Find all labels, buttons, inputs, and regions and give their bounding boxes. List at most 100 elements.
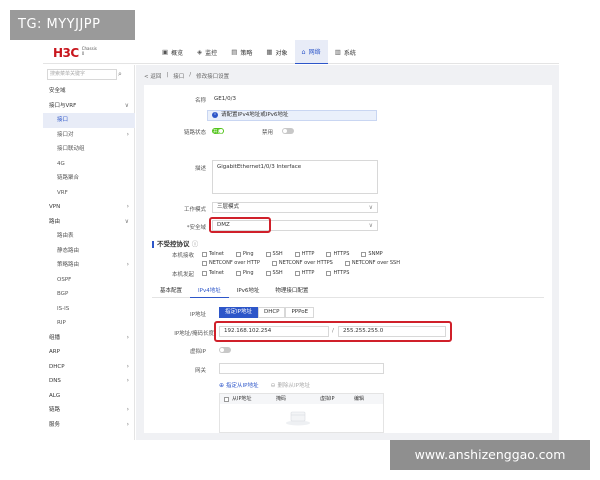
checkbox-label: HTTP	[301, 251, 315, 257]
monitor-icon: ▣	[162, 48, 169, 56]
gateway-input[interactable]	[219, 363, 384, 374]
sidebar-item-label: 组播	[49, 334, 61, 341]
checkbox-snmp[interactable]: SNMP	[361, 251, 383, 257]
checkbox-netconf-http[interactable]: NETCONF over HTTP	[202, 260, 260, 266]
delete-secondary-ip-link[interactable]: ⊖ 删除从IP地址	[270, 381, 310, 390]
chevron-right-icon: ›	[126, 377, 129, 384]
shield-icon: ◈	[197, 48, 203, 56]
sidebar-item-link-aggregation[interactable]: 链路聚合	[43, 171, 135, 186]
sidebar-item-rip[interactable]: RIP	[43, 316, 135, 331]
chevron-down-icon: ∨	[124, 217, 129, 225]
nav-network[interactable]: ⌂ 网络	[294, 40, 328, 64]
sidebar-item-interface-vrf[interactable]: 接口与VRF ∨	[43, 99, 135, 114]
sidebar-item-ospf[interactable]: OSPF	[43, 273, 135, 288]
nav-monitor[interactable]: ◈ 监控	[190, 40, 224, 64]
sidebar-item-static-route[interactable]: 静态路由	[43, 244, 135, 259]
nav-label: 网络	[308, 49, 321, 56]
secondary-ip-actions: ⊕ 指定从IP地址 ⊖ 删除从IP地址	[219, 381, 322, 390]
checkbox-netconf-ssh[interactable]: NETCONF over SSH	[344, 260, 400, 266]
local-recv-label: 本机接收	[171, 253, 194, 259]
sidebar-item-routing[interactable]: 路由 ∨	[43, 215, 135, 230]
mode-dhcp[interactable]: DHCP	[257, 307, 286, 318]
checkbox-netconf-https[interactable]: NETCONF over HTTPS	[271, 260, 333, 266]
link-label: 删除从IP地址	[277, 383, 310, 389]
local-send-label: 本机发起	[171, 272, 194, 278]
nav-policy[interactable]: ▤ 策略	[224, 40, 259, 64]
col-virtual-ip: 虚拟IP	[320, 396, 335, 402]
checkbox-label: SSH	[272, 251, 283, 257]
select-all-checkbox[interactable]	[220, 394, 232, 404]
sidebar-item-alg[interactable]: ALG	[43, 389, 135, 404]
sidebar-item-bgp[interactable]: BGP	[43, 287, 135, 302]
chevron-right-icon: ›	[126, 362, 129, 370]
chevron-right-icon: ›	[126, 203, 129, 210]
nav-system[interactable]: ▥ 系统	[328, 40, 363, 64]
help-icon[interactable]: ⓘ	[192, 240, 199, 248]
col-mask: 掩码	[276, 396, 287, 402]
tab-ipv4[interactable]: IPv4地址	[190, 286, 229, 298]
top-nav: ▣ 概览 ◈ 监控 ▤ 策略 ▦ 对象 ⌂ 网络 ▥ 系统	[155, 40, 363, 64]
checkbox-http[interactable]: HTTP	[294, 270, 314, 276]
sidebar-item-link[interactable]: 链路 ›	[43, 403, 135, 418]
sidebar-item-4g[interactable]: 4G	[43, 157, 135, 172]
chevron-down-icon: ∨	[368, 204, 373, 211]
sidebar-item-label: ALG	[49, 392, 61, 399]
description-field[interactable]: GigabitEthernet1/0/3 Interface	[212, 160, 378, 194]
sidebar-item-policy-route[interactable]: 策略路由 ›	[43, 258, 135, 273]
virtual-ip-toggle[interactable]	[219, 347, 231, 353]
nav-overview[interactable]: ▣ 概览	[155, 40, 190, 64]
checkbox-https[interactable]: HTTPS	[326, 270, 349, 276]
sidebar-item-label: 服务	[49, 421, 61, 428]
watermark-label: TG: MYYJJPP	[10, 10, 135, 40]
checkbox-telnet[interactable]: Telnet	[202, 251, 224, 257]
sidebar-item-service[interactable]: 服务 ›	[43, 418, 135, 433]
search-icon[interactable]: ⌕	[118, 70, 122, 79]
back-link[interactable]: < 返回	[144, 72, 161, 80]
sidebar-item-interface-pair[interactable]: 接口对 ›	[43, 128, 135, 143]
disable-toggle[interactable]	[282, 128, 294, 134]
checkbox-ssh[interactable]: SSH	[265, 270, 283, 276]
checkbox-label: HTTPS	[333, 251, 350, 257]
checkbox-ping[interactable]: Ping	[235, 251, 254, 257]
sidebar-item-label: 4G	[57, 160, 65, 167]
sidebar-item-security-zone[interactable]: 安全域	[43, 84, 135, 99]
checkbox-box	[271, 260, 277, 266]
disable-label: 禁用	[262, 130, 274, 136]
section-title-text: 不受控协议	[157, 240, 190, 248]
sidebar-item-vrf[interactable]: VRF	[43, 186, 135, 201]
object-icon: ▦	[266, 48, 273, 56]
checkbox-label: NETCONF over HTTPS	[278, 260, 333, 266]
link-state-label: 链路状态	[183, 130, 206, 136]
policy-icon: ▤	[231, 48, 238, 56]
add-secondary-ip-link[interactable]: ⊕ 指定从IP地址	[219, 381, 258, 390]
sidebar-item-multicast[interactable]: 组播 ›	[43, 331, 135, 346]
sidebar-item-interface[interactable]: 接口	[43, 113, 135, 128]
tab-basic[interactable]: 基本配置	[152, 286, 190, 298]
checkbox-ssh[interactable]: SSH	[265, 251, 283, 257]
sidebar-item-vpn[interactable]: VPN ›	[43, 200, 135, 215]
breadcrumb-item-interface[interactable]: 接口	[173, 72, 184, 80]
description-label: 描述	[194, 166, 206, 172]
sidebar-item-arp[interactable]: ARP	[43, 345, 135, 360]
checkbox-http[interactable]: HTTP	[294, 251, 315, 257]
logo-sub-line2: 0	[81, 51, 85, 56]
sidebar-item-dns[interactable]: DNS ›	[43, 374, 135, 389]
checkbox-ping[interactable]: Ping	[235, 270, 254, 276]
sidebar-item-route-table[interactable]: 路由表	[43, 229, 135, 244]
sidebar-item-label: 路由表	[57, 233, 74, 239]
sidebar-item-dhcp[interactable]: DHCP ›	[43, 360, 135, 375]
sidebar-item-isis[interactable]: IS-IS	[43, 302, 135, 317]
nav-object[interactable]: ▦ 对象	[259, 40, 294, 64]
tab-physical[interactable]: 物理接口配置	[267, 286, 316, 298]
sidebar-item-interface-group[interactable]: 接口联动组	[43, 142, 135, 157]
work-mode-select[interactable]: 三层模式 ∨	[212, 202, 378, 213]
checkbox-telnet[interactable]: Telnet	[202, 270, 224, 276]
mode-pppoe[interactable]: PPPoE	[285, 307, 315, 318]
nav-label: 策略	[240, 49, 253, 57]
search-input[interactable]: 搜索菜单关键字	[47, 69, 117, 80]
checkbox-https[interactable]: HTTPS	[326, 251, 349, 257]
sidebar-item-label: 链路	[49, 407, 61, 413]
chevron-right-icon: ›	[126, 333, 129, 341]
tab-ipv6[interactable]: IPv6地址	[229, 286, 268, 298]
mode-static-ip[interactable]: 指定IP地址	[219, 307, 258, 318]
